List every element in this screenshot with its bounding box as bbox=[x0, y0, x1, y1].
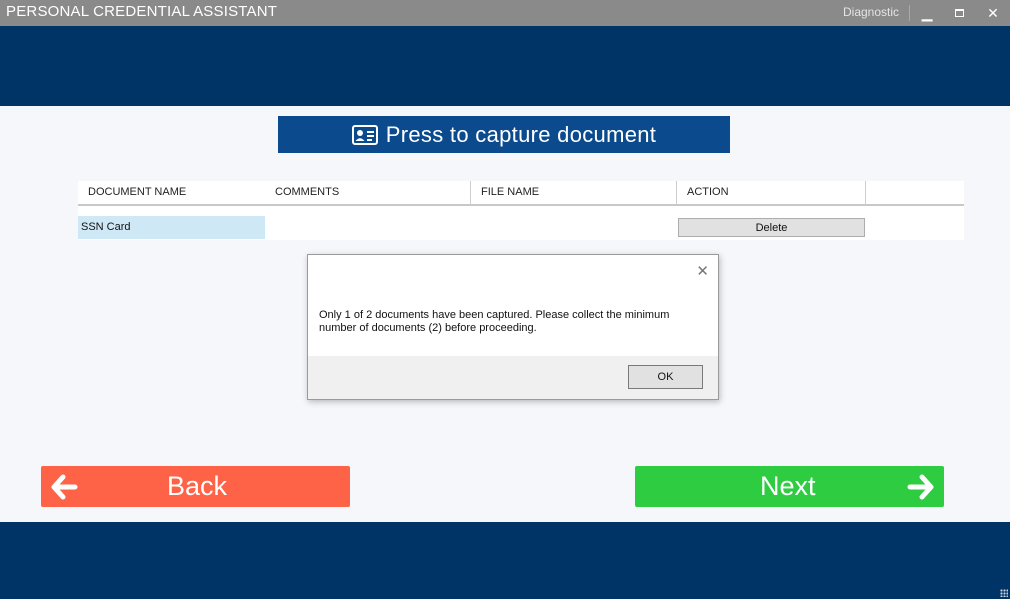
close-icon: ✕ bbox=[987, 4, 999, 21]
app-title: PERSONAL CREDENTIAL ASSISTANT bbox=[6, 3, 278, 20]
column-divider bbox=[676, 181, 677, 204]
arrow-right-icon bbox=[907, 474, 934, 500]
document-name-cell[interactable]: SSN Card bbox=[78, 216, 265, 239]
title-bar: PERSONAL CREDENTIAL ASSISTANT Diagnostic… bbox=[0, 0, 1010, 26]
dialog-message: Only 1 of 2 documents have been captured… bbox=[319, 309, 670, 334]
minimize-button[interactable]: ▁ bbox=[912, 0, 942, 26]
maximize-icon bbox=[954, 9, 964, 17]
capture-button-label: Press to capture document bbox=[385, 121, 657, 147]
table-header: DOCUMENT NAME COMMENTS FILE NAME ACTION bbox=[78, 181, 964, 206]
documents-table: DOCUMENT NAME COMMENTS FILE NAME ACTION … bbox=[78, 181, 964, 240]
next-button-label: Next bbox=[760, 471, 816, 501]
close-window-button[interactable]: ✕ bbox=[978, 0, 1008, 26]
title-bar-divider bbox=[909, 5, 910, 21]
header-banner bbox=[0, 26, 1010, 106]
next-button[interactable]: Next bbox=[635, 466, 944, 507]
column-header-file-name[interactable]: FILE NAME bbox=[481, 181, 539, 204]
back-button-label: Back bbox=[167, 471, 228, 501]
footer-banner bbox=[0, 522, 1010, 599]
minimize-icon: ▁ bbox=[921, 4, 933, 21]
capture-document-button[interactable]: Press to capture document bbox=[278, 116, 730, 153]
ok-button[interactable]: OK bbox=[628, 365, 703, 389]
column-divider bbox=[470, 181, 471, 204]
diagnostic-link[interactable]: Diagnostic bbox=[843, 5, 899, 19]
column-divider bbox=[865, 181, 866, 204]
delete-button[interactable]: Delete bbox=[678, 218, 865, 237]
column-header-comments[interactable]: COMMENTS bbox=[275, 181, 339, 204]
dialog-footer: OK bbox=[308, 356, 718, 399]
column-header-action[interactable]: ACTION bbox=[687, 181, 729, 204]
resize-grip-icon[interactable] bbox=[1000, 589, 1008, 597]
dialog-close-icon[interactable]: ✕ bbox=[696, 262, 709, 280]
back-button[interactable]: Back bbox=[41, 466, 350, 507]
arrow-left-icon bbox=[51, 474, 78, 500]
maximize-button[interactable] bbox=[944, 0, 974, 26]
id-card-icon bbox=[351, 124, 378, 145]
message-dialog: ✕ Only 1 of 2 documents have been captur… bbox=[307, 254, 719, 400]
column-header-document-name[interactable]: DOCUMENT NAME bbox=[88, 181, 186, 204]
